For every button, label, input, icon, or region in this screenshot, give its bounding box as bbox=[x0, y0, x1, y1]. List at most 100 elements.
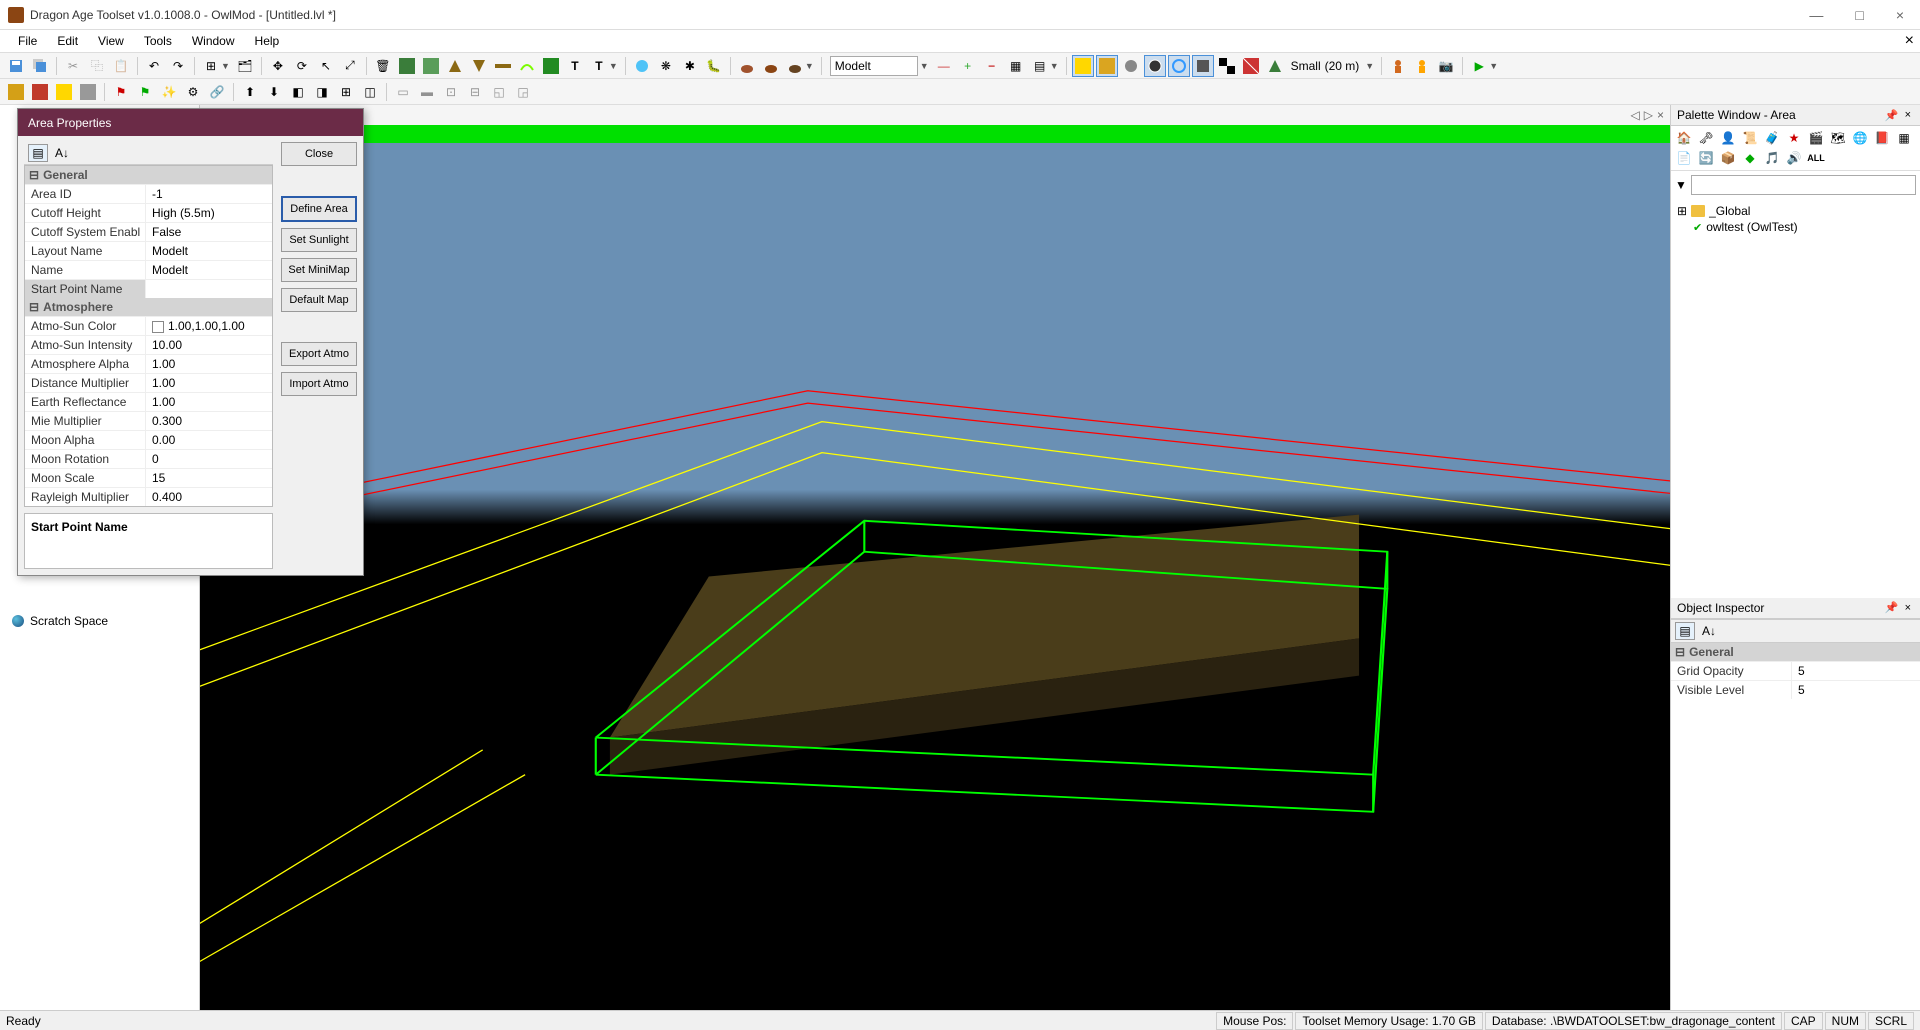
grid-opacity-value[interactable]: 5 bbox=[1791, 662, 1920, 680]
collapse-icon[interactable]: ⊟ bbox=[29, 168, 39, 182]
render-c-icon[interactable] bbox=[1120, 55, 1142, 77]
dropdown-icon[interactable]: ▼ bbox=[1489, 61, 1498, 71]
save-icon[interactable] bbox=[5, 55, 27, 77]
cat-general[interactable]: ⊟General bbox=[25, 166, 272, 184]
row-area-id[interactable]: Area ID-1 bbox=[25, 184, 272, 203]
render-b-icon[interactable] bbox=[1096, 55, 1118, 77]
row-dist-mult[interactable]: Distance Multiplier1.00 bbox=[25, 373, 272, 392]
splat-icon[interactable]: ❋ bbox=[655, 55, 677, 77]
window-icon[interactable]: ⊞ bbox=[200, 55, 222, 77]
alphabetical-icon[interactable]: A↓ bbox=[52, 144, 72, 162]
p-map-icon[interactable]: 🗺 bbox=[1828, 129, 1848, 147]
c6-icon[interactable]: ◲ bbox=[512, 81, 534, 103]
p-scroll-icon[interactable]: 📜 bbox=[1740, 129, 1760, 147]
categorized-icon[interactable]: ▤ bbox=[28, 144, 48, 162]
terrain-b-icon[interactable] bbox=[420, 55, 442, 77]
3d-viewport[interactable] bbox=[200, 143, 1670, 1010]
mound-b-icon[interactable] bbox=[760, 55, 782, 77]
row-moon-rot[interactable]: Moon Rotation0 bbox=[25, 449, 272, 468]
pin-icon[interactable]: 📌 bbox=[1882, 601, 1902, 614]
render-a-icon[interactable] bbox=[1072, 55, 1094, 77]
render-i-icon[interactable] bbox=[1264, 55, 1286, 77]
menu-edit[interactable]: Edit bbox=[47, 31, 88, 51]
render-h-icon[interactable] bbox=[1240, 55, 1262, 77]
row-cutoff-system[interactable]: Cutoff System EnablFalse bbox=[25, 222, 272, 241]
render-g-icon[interactable] bbox=[1216, 55, 1238, 77]
row-start-point[interactable]: Start Point Name bbox=[25, 279, 272, 298]
inspector-row-visible-level[interactable]: Visible Level 5 bbox=[1671, 680, 1920, 699]
mound-a-icon[interactable] bbox=[736, 55, 758, 77]
p-chest-icon[interactable]: 🧳 bbox=[1762, 129, 1782, 147]
area-props-titlebar[interactable]: Area Properties bbox=[18, 109, 363, 136]
bug-icon[interactable]: 🐛 bbox=[703, 55, 725, 77]
render-e-icon[interactable] bbox=[1168, 55, 1190, 77]
menu-tools[interactable]: Tools bbox=[134, 31, 182, 51]
palette-node-global[interactable]: ⊞ _Global bbox=[1677, 203, 1914, 219]
close-icon[interactable]: × bbox=[1902, 602, 1914, 614]
grid-icon[interactable]: ▦ bbox=[1005, 55, 1027, 77]
terrain-a-icon[interactable] bbox=[396, 55, 418, 77]
trash-icon[interactable]: 🗑 bbox=[372, 55, 394, 77]
flag-green-icon[interactable]: ⚑ bbox=[134, 81, 156, 103]
p-b6-icon[interactable]: 🎵 bbox=[1762, 149, 1782, 167]
cat-atmosphere[interactable]: ⊟Atmosphere bbox=[25, 298, 272, 316]
palette-search-input[interactable] bbox=[1691, 175, 1916, 195]
flag-red-icon[interactable]: ⚑ bbox=[110, 81, 132, 103]
dropdown-icon[interactable]: ▼ bbox=[1365, 61, 1374, 71]
c1-icon[interactable]: ▭ bbox=[392, 81, 414, 103]
tree-icon[interactable]: 🗂 bbox=[234, 55, 256, 77]
modelt-combo[interactable] bbox=[830, 56, 918, 76]
plus-icon[interactable]: + bbox=[957, 55, 979, 77]
b1-icon[interactable]: ⬆ bbox=[239, 81, 261, 103]
p-person-icon[interactable]: 👤 bbox=[1718, 129, 1738, 147]
p-home-icon[interactable]: 🏠 bbox=[1674, 129, 1694, 147]
render-d-icon[interactable] bbox=[1144, 55, 1166, 77]
b4-icon[interactable]: ◨ bbox=[311, 81, 333, 103]
set-minimap-button[interactable]: Set MiniMap bbox=[281, 258, 357, 282]
area-props-grid[interactable]: ⊟General Area ID-1 Cutoff HeightHigh (5.… bbox=[24, 165, 273, 507]
close-icon[interactable]: × bbox=[1902, 109, 1914, 121]
p-globe-icon[interactable]: 🌐 bbox=[1850, 129, 1870, 147]
p-b3-icon[interactable]: 🔄 bbox=[1696, 149, 1716, 167]
menu-view[interactable]: View bbox=[88, 31, 134, 51]
p-film-icon[interactable]: 🎬 bbox=[1806, 129, 1826, 147]
b3-icon[interactable]: ◧ bbox=[287, 81, 309, 103]
p-key-icon[interactable]: 🗝 bbox=[1696, 129, 1716, 147]
gear-icon[interactable]: ⚙ bbox=[182, 81, 204, 103]
inspector-row-grid-opacity[interactable]: Grid Opacity 5 bbox=[1671, 661, 1920, 680]
render-f-icon[interactable] bbox=[1192, 55, 1214, 77]
terrain-smooth-icon[interactable] bbox=[516, 55, 538, 77]
chevron-down-icon[interactable]: ▼ bbox=[1675, 178, 1687, 192]
save-all-icon[interactable] bbox=[29, 55, 51, 77]
water-icon[interactable] bbox=[631, 55, 653, 77]
menu-window[interactable]: Window bbox=[182, 31, 245, 51]
define-area-button[interactable]: Define Area bbox=[281, 196, 357, 222]
terrain-flat-icon[interactable] bbox=[492, 55, 514, 77]
minimize-button[interactable]: — bbox=[1801, 3, 1831, 27]
row-moon-scale[interactable]: Moon Scale15 bbox=[25, 468, 272, 487]
menu-file[interactable]: File bbox=[8, 31, 47, 51]
copy-icon[interactable]: ⿻ bbox=[86, 55, 108, 77]
a3-icon[interactable] bbox=[53, 81, 75, 103]
next-doc-icon[interactable]: ▷ bbox=[1644, 108, 1653, 122]
c5-icon[interactable]: ◱ bbox=[488, 81, 510, 103]
palette-node-owltest[interactable]: ✔ owltest (OwlTest) bbox=[1677, 219, 1914, 235]
default-map-button[interactable]: Default Map bbox=[281, 288, 357, 312]
bold-minus-icon[interactable]: − bbox=[981, 55, 1003, 77]
row-layout-name[interactable]: Layout NameModelt bbox=[25, 241, 272, 260]
undo-icon[interactable]: ↶ bbox=[143, 55, 165, 77]
pin-icon[interactable]: 📌 bbox=[1882, 109, 1902, 122]
terrain-lower-icon[interactable] bbox=[468, 55, 490, 77]
maximize-button[interactable]: □ bbox=[1847, 3, 1871, 27]
splat2-icon[interactable]: ✱ bbox=[679, 55, 701, 77]
inspector-cat-general[interactable]: ⊟General bbox=[1671, 643, 1920, 661]
mdi-close-button[interactable]: × bbox=[1905, 32, 1914, 50]
p-all-icon[interactable]: ALL bbox=[1806, 149, 1826, 167]
a1-icon[interactable] bbox=[5, 81, 27, 103]
row-sun-intensity[interactable]: Atmo-Sun Intensity10.00 bbox=[25, 335, 272, 354]
dropdown-icon[interactable]: ▼ bbox=[221, 61, 230, 71]
sparkle-icon[interactable]: ✨ bbox=[158, 81, 180, 103]
b5-icon[interactable]: ⊞ bbox=[335, 81, 357, 103]
mound-c-icon[interactable] bbox=[784, 55, 806, 77]
redo-icon[interactable]: ↷ bbox=[167, 55, 189, 77]
